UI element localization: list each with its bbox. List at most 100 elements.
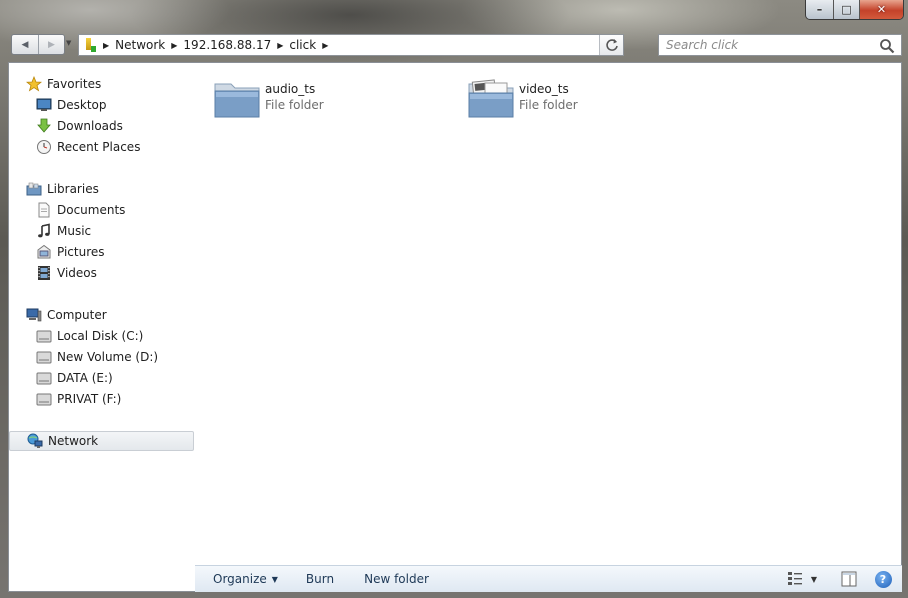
maximize-icon: □ [841, 3, 852, 16]
nav-group-libraries[interactable]: Libraries [26, 179, 99, 199]
nav-item-data-e[interactable]: DATA (E:) [36, 368, 113, 388]
breadcrumb-folder[interactable]: click [289, 38, 316, 52]
computer-icon [26, 308, 42, 322]
desktop-icon [36, 98, 52, 111]
recent-pages-dropdown[interactable]: ▼ [66, 39, 71, 47]
view-controls: ▼ ? [780, 569, 894, 589]
new-folder-button[interactable]: New folder [364, 572, 429, 586]
minimize-icon: – [816, 3, 823, 16]
nav-item-new-volume-d[interactable]: New Volume (D:) [36, 347, 158, 367]
film-strip-icon [38, 266, 50, 280]
hard-drive-icon [36, 393, 52, 406]
command-bar: Organize ▼ Burn New folder ▼ ? [195, 565, 902, 592]
chevron-down-icon: ▼ [66, 39, 72, 47]
burn-label: Burn [305, 572, 335, 586]
library-icon [26, 182, 42, 196]
download-arrow-icon [37, 118, 51, 133]
nav-item-label: Documents [57, 203, 126, 217]
new-folder-label: New folder [364, 572, 429, 586]
nav-item-local-disk-c[interactable]: Local Disk (C:) [36, 326, 143, 346]
nav-group-label: Libraries [47, 182, 99, 196]
close-button[interactable]: ✕ [859, 0, 903, 19]
preview-pane-button[interactable] [838, 569, 860, 589]
nav-item-pictures[interactable]: Pictures [36, 242, 105, 262]
nav-item-label: Music [57, 224, 92, 238]
breadcrumb-arrow-icon[interactable]: ▶ [171, 41, 177, 50]
help-button[interactable]: ? [872, 569, 894, 589]
navigation-pane: Favorites Desktop Downloads Recent Place… [9, 63, 196, 565]
maximize-button[interactable]: □ [833, 0, 859, 19]
nav-group-computer[interactable]: Computer [26, 305, 107, 325]
nav-item-label: New Volume (D:) [57, 350, 159, 364]
breadcrumb-host[interactable]: 192.168.88.17 [183, 38, 271, 52]
document-icon [38, 202, 50, 218]
breadcrumb-arrow-icon[interactable]: ▶ [277, 41, 283, 50]
organize-label: Organize [213, 572, 267, 586]
refresh-icon [605, 39, 618, 51]
back-arrow-icon: ◀ [21, 39, 29, 50]
folder-item-audio-ts[interactable]: audio_ts File folder [213, 77, 324, 121]
hard-drive-icon [36, 351, 52, 364]
burn-button[interactable]: Burn [306, 572, 334, 586]
picture-icon [37, 244, 51, 259]
refresh-button[interactable] [599, 35, 623, 55]
window-caption-buttons: – □ ✕ [805, 0, 904, 20]
nav-item-label: Recent Places [57, 140, 141, 154]
back-forward-group: ◀ ▶ [11, 34, 65, 55]
chevron-down-icon: ▼ [271, 574, 278, 584]
hard-drive-icon [36, 330, 52, 343]
back-button[interactable]: ◀ [12, 35, 38, 54]
file-list-view: audio_ts File folder video_ts File folde… [196, 63, 901, 565]
organize-button[interactable]: Organize ▼ [213, 572, 278, 586]
view-dropdown-button[interactable]: ▼ [808, 569, 820, 589]
preview-pane-icon [841, 571, 857, 587]
nav-item-label: Local Disk (C:) [57, 329, 144, 343]
chevron-down-icon: ▼ [810, 574, 818, 584]
nav-item-label: Downloads [57, 119, 123, 133]
search-box [658, 34, 902, 56]
nav-group-favorites[interactable]: Favorites [26, 74, 101, 94]
nav-item-label: Pictures [57, 245, 105, 259]
nav-item-label: Videos [57, 266, 97, 280]
folder-name: video_ts [519, 82, 569, 96]
nav-item-downloads[interactable]: Downloads [36, 116, 123, 136]
nav-item-label: Desktop [57, 98, 107, 112]
minimize-button[interactable]: – [806, 0, 833, 19]
hard-drive-icon [36, 372, 52, 385]
nav-item-label: DATA (E:) [57, 371, 113, 385]
music-note-icon [38, 223, 50, 238]
forward-button[interactable]: ▶ [38, 35, 64, 54]
network-location-icon [83, 37, 97, 53]
nav-group-network[interactable]: Network [9, 431, 194, 451]
breadcrumb-arrow-icon[interactable]: ▶ [322, 41, 328, 50]
nav-item-privat-f[interactable]: PRIVAT (F:) [36, 389, 121, 409]
network-icon [27, 433, 43, 448]
nav-item-music[interactable]: Music [36, 221, 91, 241]
nav-group-label: Network [48, 434, 99, 448]
nav-item-videos[interactable]: Videos [36, 263, 97, 283]
folder-type: File folder [265, 98, 324, 112]
close-icon: ✕ [876, 3, 887, 16]
nav-item-label: PRIVAT (F:) [57, 392, 122, 406]
help-icon: ? [874, 570, 892, 588]
explorer-client-area: Favorites Desktop Downloads Recent Place… [8, 62, 902, 592]
address-bar[interactable]: ▶ Network ▶ 192.168.88.17 ▶ click ▶ [78, 34, 624, 56]
nav-item-recent-places[interactable]: Recent Places [36, 137, 140, 157]
clock-icon [37, 140, 51, 154]
breadcrumb-arrow-icon[interactable]: ▶ [103, 41, 109, 50]
folder-type: File folder [519, 98, 578, 112]
nav-group-label: Favorites [47, 77, 102, 91]
folder-icon [214, 83, 260, 118]
folder-name: audio_ts [265, 82, 316, 96]
search-icon[interactable] [879, 38, 895, 54]
star-icon [26, 76, 42, 92]
search-input[interactable] [666, 38, 876, 52]
folder-item-video-ts[interactable]: video_ts File folder [467, 77, 578, 121]
nav-item-desktop[interactable]: Desktop [36, 95, 107, 115]
nav-group-label: Computer [47, 308, 107, 322]
navigation-row: ◀ ▶ ▼ ▶ Network ▶ 192.168.88.17 ▶ click … [8, 33, 902, 57]
breadcrumb-network[interactable]: Network [115, 38, 165, 52]
nav-item-documents[interactable]: Documents [36, 200, 125, 220]
change-view-button[interactable] [786, 569, 808, 589]
view-options-icon [788, 572, 802, 585]
